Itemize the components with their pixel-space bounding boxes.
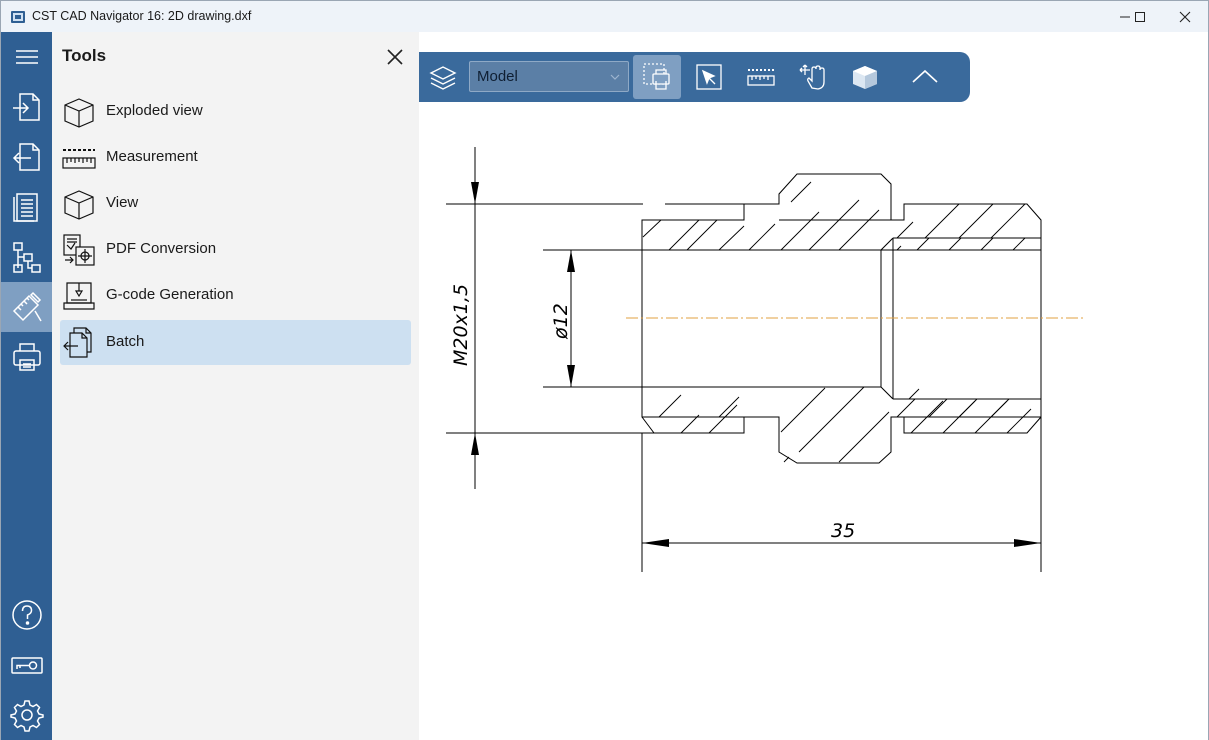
export-button[interactable] — [1, 132, 52, 182]
tools-panel: Tools Exploded view Measurement View PDF… — [52, 32, 419, 740]
tool-label: G-code Generation — [106, 286, 234, 303]
measurement-icon — [62, 149, 96, 169]
tool-measurement[interactable]: Measurement — [60, 135, 411, 180]
tool-label: Exploded view — [106, 102, 203, 119]
gcode-icon — [63, 282, 95, 310]
maximize-icon — [1135, 11, 1145, 22]
settings-button[interactable] — [1, 690, 52, 740]
chevron-down-icon — [610, 74, 620, 80]
view-3d-icon — [853, 66, 877, 89]
select-button[interactable] — [687, 55, 731, 99]
dim-length-label: 35 — [831, 520, 855, 542]
print-icon — [12, 343, 41, 371]
collapse-toolbar-button[interactable] — [903, 55, 947, 99]
tool-gcode-generation[interactable]: G-code Generation — [60, 273, 411, 318]
app-icon — [11, 11, 25, 23]
pan-button[interactable] — [791, 55, 835, 99]
drawing-canvas[interactable]: M20x1,5 ø12 35 Model — [419, 32, 1208, 740]
tool-pdf-conversion[interactable]: PDF Conversion — [60, 227, 411, 272]
window-title: CST CAD Navigator 16: 2D drawing.dxf — [32, 9, 252, 23]
title-bar: CST CAD Navigator 16: 2D drawing.dxf — [1, 1, 1208, 32]
print-area-icon — [643, 63, 670, 90]
structure-button[interactable] — [1, 232, 52, 282]
tool-batch[interactable]: Batch — [60, 320, 411, 365]
tool-view[interactable]: View — [60, 181, 411, 226]
document-button[interactable] — [1, 182, 52, 232]
import-icon — [12, 93, 40, 121]
license-button[interactable] — [1, 640, 52, 690]
select-icon — [696, 64, 722, 90]
layers-icon — [429, 66, 457, 90]
license-key-icon — [10, 657, 43, 674]
menu-icon — [15, 50, 38, 64]
tool-label: View — [106, 194, 139, 211]
view-toolbar: Model — [419, 52, 970, 102]
tools-button[interactable] — [1, 282, 52, 332]
chevron-up-icon — [912, 69, 938, 83]
tool-label: Measurement — [106, 148, 198, 165]
cad-drawing[interactable]: M20x1,5 ø12 35 — [419, 32, 1208, 740]
layout-select-value: Model — [477, 68, 518, 85]
left-rail — [1, 32, 52, 740]
dim-bore-label: ø12 — [550, 303, 572, 340]
tool-exploded-view[interactable]: Exploded view — [60, 89, 411, 134]
settings-icon — [9, 700, 44, 732]
view-cube-icon — [64, 190, 94, 220]
exploded-view-icon — [64, 98, 94, 128]
import-button[interactable] — [1, 82, 52, 132]
pdf-conversion-icon — [63, 234, 95, 266]
print-button[interactable] — [1, 332, 52, 382]
tool-label: Batch — [106, 333, 145, 350]
menu-button[interactable] — [1, 32, 52, 82]
print-area-button[interactable] — [633, 55, 681, 99]
pan-icon — [799, 64, 825, 90]
close-panel-icon[interactable] — [385, 47, 405, 67]
close-window-button[interactable] — [1162, 1, 1208, 32]
dim-thread-label: M20x1,5 — [450, 284, 472, 366]
ruler-button[interactable] — [739, 55, 783, 99]
tool-label: PDF Conversion — [106, 240, 217, 257]
ruler-icon — [747, 69, 775, 86]
document-icon — [12, 193, 38, 222]
app-window: CST CAD Navigator 16: 2D drawing.dxf Too… — [0, 0, 1209, 740]
tools-icon — [12, 291, 42, 322]
hierarchy-icon — [12, 242, 41, 273]
close-icon — [1179, 11, 1191, 22]
help-icon — [11, 600, 42, 630]
help-button[interactable] — [1, 590, 52, 640]
layers-button[interactable] — [421, 55, 465, 99]
export-icon — [12, 143, 40, 171]
batch-icon — [63, 327, 92, 358]
layout-select[interactable]: Model — [469, 61, 629, 92]
view-3d-button[interactable] — [843, 55, 887, 99]
maximize-button[interactable] — [1117, 1, 1163, 32]
panel-title: Tools — [62, 46, 107, 65]
